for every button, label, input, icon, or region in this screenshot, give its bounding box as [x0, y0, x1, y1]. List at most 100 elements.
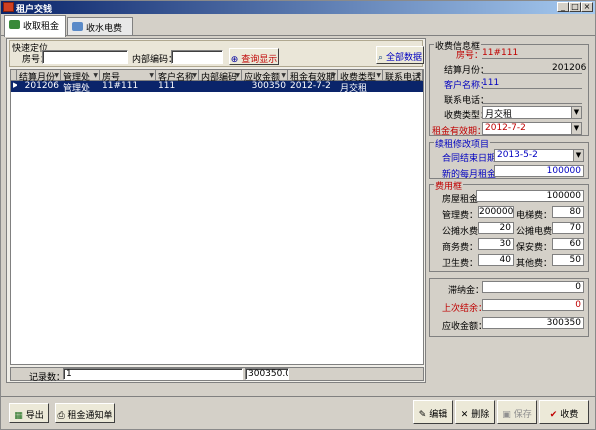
fee-input[interactable]: 30 — [478, 238, 514, 250]
quick-search-box: 快速定位 房号： 内部编码： ⊕ 查询显示 ⌕ 全部数据 — [9, 40, 424, 67]
tab-rent[interactable]: 收取租金 — [4, 15, 66, 37]
table-cell: 201206 — [24, 81, 59, 91]
chevron-down-icon[interactable]: ▼ — [573, 150, 583, 161]
chevron-down-icon[interactable]: ▼ — [571, 107, 581, 118]
fee-label: 商务费： — [442, 243, 479, 253]
fee-label: 其他费： — [516, 259, 553, 269]
chevron-down-icon: ▼ — [376, 72, 381, 79]
right-panel: 收费信息框 房号： 11#111 结算月份： 201206 客户名称： 111 … — [429, 38, 592, 383]
record-count-label: 记录数： — [29, 373, 66, 383]
monthly-rent-input[interactable]: 100000 — [494, 165, 584, 177]
left-panel: 快速定位 房号： 内部编码： ⊕ 查询显示 ⌕ 全部数据 结算月份 ▼ 管理处 ▼ … — [6, 38, 426, 383]
info-month-value: 201206 — [552, 63, 587, 73]
delete-icon: ✕ — [460, 410, 469, 420]
amount-due-label: 应收金额： — [442, 322, 488, 332]
fee-input[interactable]: 50 — [552, 254, 584, 266]
fee-type-select[interactable]: 月交租 ▼ — [482, 106, 582, 120]
last-balance-input[interactable]: 0 — [482, 299, 584, 311]
fees-group: 费用框 房屋租金： 100000 管理费： 200000 电梯费： 80 公摊水… — [429, 179, 589, 272]
info-group: 收费信息框 房号： 11#111 结算月份： 201206 客户名称： 111 … — [429, 39, 589, 137]
info-phone-underline — [482, 103, 582, 104]
edit-button-label: 编辑 — [429, 410, 448, 420]
column-header[interactable]: 客户名称 ▼ — [156, 70, 199, 81]
column-header[interactable]: 内部编码 ▼ — [199, 70, 242, 81]
chevron-down-icon: ▼ — [192, 72, 197, 79]
fee-input[interactable]: 80 — [552, 206, 584, 218]
query-button-label: 查询显示 — [241, 55, 278, 65]
contract-end-value: 2013-5-2 — [497, 150, 538, 160]
table-cell: 111 — [158, 81, 176, 91]
fee-label: 保安费： — [516, 243, 553, 253]
all-data-button[interactable]: ⌕ 全部数据 — [376, 46, 424, 64]
query-button[interactable]: ⊕ 查询显示 — [229, 48, 279, 65]
chevron-down-icon: ▼ — [416, 72, 421, 79]
record-count: 1 — [63, 368, 243, 380]
chevron-down-icon[interactable]: ▼ — [571, 123, 581, 134]
tab-utility[interactable]: 收水电费 — [67, 17, 133, 36]
close-button[interactable]: × — [581, 2, 593, 12]
table-cell — [199, 81, 242, 92]
excel-icon: ▦ — [14, 411, 23, 421]
contract-end-date-picker[interactable]: 2013-5-2 ▼ — [494, 149, 584, 162]
bottom-toolbar: ▦ 导出 ⎙ 租金通知单 ✎ 编辑 ✕ 删除 ▣ 保存 ✔ 收费 — [1, 396, 595, 429]
room-input[interactable] — [42, 50, 128, 64]
column-header[interactable]: 应收金额 ▼ — [242, 70, 288, 81]
export-button[interactable]: ▦ 导出 — [9, 403, 49, 423]
fee-input[interactable]: 200000 — [478, 206, 514, 218]
chevron-down-icon: ▼ — [235, 72, 240, 79]
summary-group: 滞纳金： 0 上次结余： 0 应收金额： 300350 — [429, 278, 589, 337]
chevron-down-icon: ▼ — [331, 72, 336, 79]
all-data-button-label: 全部数据 — [385, 53, 422, 63]
column-header[interactable]: 收费类型 ▼ — [338, 70, 383, 81]
validity-date-picker[interactable]: 2012-7-2 ▼ — [482, 122, 582, 135]
column-header-label: 客户名称 — [158, 73, 195, 81]
app-icon — [3, 2, 14, 12]
fee-input[interactable]: 40 — [478, 254, 514, 266]
printer-icon: ⎙ — [57, 411, 65, 421]
binoculars-icon: ⊕ — [230, 55, 239, 65]
table-row[interactable]: ▶ 201206 管理处 11#111 111 300350 2012-7-2 … — [11, 81, 423, 92]
info-month-label: 结算月份： — [444, 66, 490, 76]
fee-input[interactable]: 20 — [478, 222, 514, 234]
late-fee-input[interactable]: 0 — [482, 281, 584, 293]
info-room-label: 房号： — [456, 51, 484, 61]
column-header-label: 管理处 — [63, 73, 91, 81]
amount-due-input[interactable]: 300350 — [482, 317, 584, 329]
fee-label: 电梯费： — [516, 211, 553, 221]
column-header[interactable]: 联系电话 ▼ — [383, 70, 423, 81]
collect-button-label: 收费 — [560, 410, 579, 420]
code-input[interactable] — [171, 50, 223, 64]
edit-button[interactable]: ✎ 编辑 — [413, 400, 453, 424]
rent-input[interactable]: 100000 — [476, 190, 584, 202]
checkmark-icon: ✔ — [549, 410, 558, 420]
info-customer-underline — [482, 88, 582, 89]
column-header[interactable]: 房号 ▼ — [100, 70, 156, 81]
info-month-underline — [482, 73, 582, 74]
column-header[interactable]: 结算月份 ▼ — [17, 70, 61, 81]
tab-rent-label: 收取租金 — [23, 22, 60, 32]
info-phone-label: 联系电话： — [444, 96, 490, 106]
minimize-button[interactable]: _ — [557, 2, 569, 12]
rent-notice-button[interactable]: ⎙ 租金通知单 — [55, 403, 115, 423]
tab-bar: 收取租金 收水电费 — [1, 14, 595, 37]
title-bar[interactable]: 租户交钱 _ □ × — [1, 1, 595, 15]
save-button[interactable]: ▣ 保存 — [497, 400, 537, 424]
table-cell: 300350 — [251, 81, 286, 91]
column-header[interactable]: 管理处 ▼ — [61, 70, 100, 81]
delete-button[interactable]: ✕ 删除 — [455, 400, 495, 424]
info-room-underline — [482, 58, 582, 59]
maximize-button[interactable]: □ — [569, 2, 581, 12]
fee-input[interactable]: 70 — [552, 222, 584, 234]
fee-label: 管理费： — [442, 211, 479, 221]
fees-group-title: 费用框 — [434, 179, 464, 192]
fee-input[interactable]: 60 — [552, 238, 584, 250]
data-grid[interactable]: 结算月份 ▼ 管理处 ▼ 房号 ▼ 客户名称 ▼ 内部编码 ▼ 应收金额 ▼ 租金有效期 ▼ … — [10, 69, 424, 365]
column-header-label: 收费类型 — [340, 73, 377, 81]
tab-divider — [1, 35, 595, 36]
renew-group-title: 续租修改项目 — [434, 137, 491, 150]
column-header-label: 内部编码 — [201, 73, 238, 81]
export-button-label: 导出 — [25, 411, 44, 421]
column-header[interactable]: 租金有效期 ▼ — [288, 70, 338, 81]
table-cell: 2012-7-2 — [290, 81, 331, 91]
collect-button[interactable]: ✔ 收费 — [539, 400, 589, 424]
